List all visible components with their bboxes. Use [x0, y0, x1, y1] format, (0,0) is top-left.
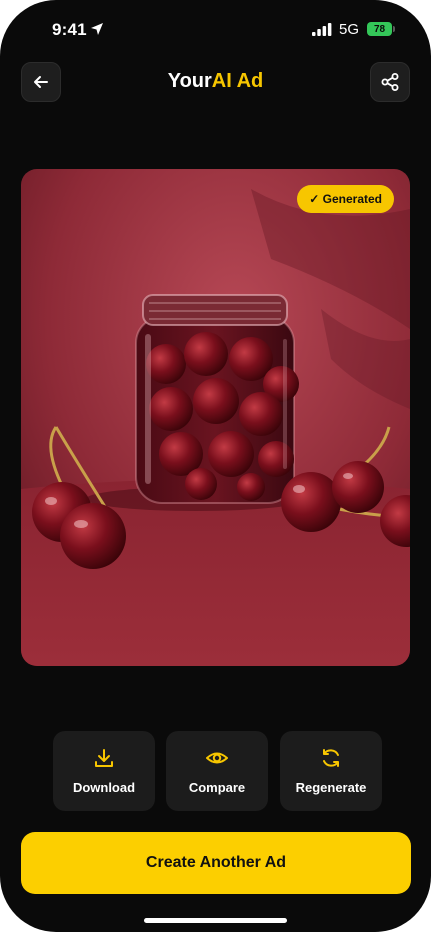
regenerate-button[interactable]: Regenerate — [280, 731, 382, 811]
network-type: 5G — [339, 21, 360, 38]
cellular-signal-icon — [312, 23, 332, 36]
battery-level: 78 — [373, 23, 386, 35]
location-arrow-icon — [91, 23, 103, 35]
compare-button[interactable]: Compare — [166, 731, 268, 811]
refresh-icon — [323, 749, 339, 767]
compare-label: Compare — [188, 780, 246, 795]
status-time: 9:41 — [52, 20, 87, 39]
download-label: Download — [72, 780, 136, 795]
create-another-ad-button[interactable]: Create Another Ad — [21, 832, 411, 894]
regenerate-label: Regenerate — [295, 780, 367, 795]
title-ai-ad: AI Ad — [211, 70, 264, 92]
eye-icon — [206, 752, 228, 764]
generated-badge: ✓ Generated — [297, 185, 394, 213]
cherries-jar-image — [21, 169, 410, 666]
share-button[interactable] — [370, 62, 410, 102]
home-indicator — [144, 918, 287, 923]
title-your: Your — [167, 70, 212, 92]
page-title: YourAI Ad — [0, 70, 431, 93]
share-icon — [381, 73, 399, 91]
battery-tip — [393, 26, 395, 32]
download-button[interactable]: Download — [53, 731, 155, 811]
phone-screen: 9:41 5G 78 YourAI Ad ✓ Generated Downloa… — [0, 0, 431, 932]
download-icon — [95, 749, 113, 767]
battery-indicator: 78 — [367, 22, 392, 36]
generated-ad-image: ✓ Generated — [21, 169, 410, 666]
